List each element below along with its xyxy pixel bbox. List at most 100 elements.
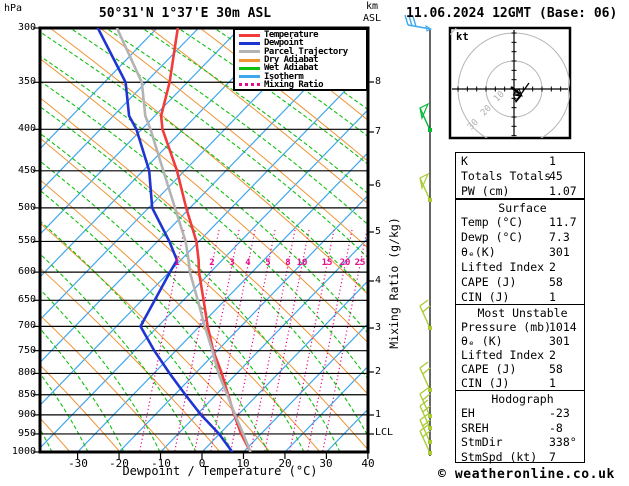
info-row: Lifted Index 2 <box>461 260 584 275</box>
info-row: StmSpd (kt) 7 <box>461 450 584 465</box>
indices-rows: K 1 Totals Totals 45 PW (cm) 1.07 <box>461 154 584 199</box>
info-row-value: 7 <box>549 449 556 464</box>
temperature-tick-label: 40 <box>361 457 375 470</box>
info-row: θₑ(K) 301 <box>461 245 584 260</box>
pressure-tick-label: 850 <box>17 389 36 400</box>
info-row-label: Pressure (mb) <box>461 320 552 334</box>
pressure-unit-label: hPa <box>4 3 23 14</box>
info-row: SREH -8 <box>461 421 584 436</box>
info-row-label: CIN (J) <box>461 289 510 304</box>
legend-item: Mixing Ratio <box>239 80 366 89</box>
surface-rows: Temp (°C) 11.7 Dewp (°C) 7.3 θₑ(K) 301 Lifted … <box>461 215 584 305</box>
info-row: CAPE (J) 58 <box>461 275 584 290</box>
info-row-value: -8 <box>549 420 563 435</box>
most-unstable-box: Most Unstable Pressure (mb) 1014 θₑ (K) 301… <box>455 304 585 391</box>
pressure-tick-label: 700 <box>17 320 36 331</box>
km-tick-label: 5 <box>375 226 382 237</box>
mixing-ratio-label: 4 <box>245 258 251 268</box>
info-row-label: CAPE (J) <box>461 362 517 376</box>
lcl-label: LCL <box>375 427 394 438</box>
datetime-title: 11.06.2024 12GMT (Base: 06) <box>406 6 618 21</box>
pressure-tick-label: 950 <box>17 428 36 439</box>
legend-swatch-mixing-ratio <box>239 83 260 87</box>
info-row-label: PW (cm) <box>461 184 510 198</box>
mixing-ratio-label: 8 <box>285 258 291 268</box>
info-row-label: K <box>461 154 468 168</box>
info-row-value: 1.07 <box>549 184 577 198</box>
info-row-value: 1014 <box>549 320 577 334</box>
mixing-ratio-axis-label: Mixing Ratio (g/kg) <box>387 217 401 349</box>
temperature-tick-label: -30 <box>68 457 88 470</box>
info-row-label: θₑ (K) <box>461 334 503 348</box>
info-row-label: StmDir <box>461 435 503 449</box>
info-row-value: 11.7 <box>549 214 577 229</box>
wind-barb-feather <box>419 299 429 307</box>
info-row-value: 58 <box>549 362 563 376</box>
mixing-ratio-label: 2 <box>209 258 215 268</box>
wind-barb-feather <box>422 430 431 438</box>
pressure-tick-label: 450 <box>17 165 36 176</box>
surface-box: Surface Temp (°C) 11.7 Dewp (°C) 7.3 θₑ(K) 30… <box>455 198 585 305</box>
legend-swatch-wet-adiabat <box>239 66 260 70</box>
info-row: CIN (J) 1 <box>461 290 584 305</box>
x-axis-label: Dewpoint / Temperature (°C) <box>122 464 318 478</box>
surface-box-title: Surface <box>498 200 547 215</box>
pressure-tick-label: 750 <box>17 345 36 356</box>
wind-barb-feather <box>419 387 429 395</box>
mixing-ratio-label: 5 <box>265 258 271 268</box>
info-row: Dewp (°C) 7.3 <box>461 230 584 245</box>
info-row-value: 1 <box>549 289 556 304</box>
pressure-tick-label: 900 <box>17 409 36 420</box>
info-row-value: 1 <box>549 376 556 390</box>
pressure-tick-label: 550 <box>17 235 36 246</box>
pressure-tick-label: 650 <box>17 294 36 305</box>
hodograph-stats-rows: EH -23 SREH -8 StmDir 338° StmSpd (kt) 7 <box>461 406 584 464</box>
pressure-tick-label: 300 <box>17 22 36 33</box>
legend-swatch-parcel-trajectory <box>239 50 260 54</box>
info-row-label: StmSpd (kt) <box>461 449 538 464</box>
info-row: Temp (°C) 11.7 <box>461 215 584 230</box>
info-row: StmDir 338° <box>461 435 584 450</box>
info-row: θₑ (K) 301 <box>461 334 584 348</box>
info-row-label: Totals Totals <box>461 169 552 183</box>
copyright-credit: © weatheronline.co.uk <box>438 467 615 482</box>
skewt-sounding-app: hPa 50°31'N 1°37'E 30m ASL 11.06.2024 12… <box>0 0 629 486</box>
pressure-tick-label: 600 <box>17 266 36 277</box>
legend-swatch-dewpoint <box>239 41 260 45</box>
info-row: PW (cm) 1.07 <box>461 184 584 199</box>
wind-barb-feather <box>422 367 431 375</box>
info-row-label: CAPE (J) <box>461 274 517 289</box>
info-row: Pressure (mb) 1014 <box>461 320 584 334</box>
info-row-label: Temp (°C) <box>461 214 524 229</box>
mixing-ratio-label: 15 <box>321 258 333 268</box>
wind-barb-feather <box>422 393 431 401</box>
pressure-tick-label: 350 <box>17 76 36 87</box>
pressure-tick-label: 800 <box>17 367 36 378</box>
mixing-ratio-label: 1 <box>174 258 180 268</box>
info-row-value: -23 <box>549 406 570 420</box>
hodograph-stats-box: Hodograph EH -23 SREH -8 StmDir 338° StmSpd (k… <box>455 390 585 464</box>
km-tick-label: 6 <box>375 179 382 190</box>
isotherm-line <box>40 28 241 236</box>
info-row-value: 2 <box>549 259 556 274</box>
info-row-label: Dewp (°C) <box>461 229 524 244</box>
info-row: Totals Totals 45 <box>461 169 584 184</box>
info-row-value: 45 <box>549 169 563 183</box>
wind-barb-feather <box>419 399 429 407</box>
mixing-ratio-label: 20 <box>339 258 351 268</box>
info-row-label: Lifted Index <box>461 348 545 362</box>
legend-swatch-dry-adiabat <box>239 58 260 62</box>
km-axis-label: km <box>366 1 379 12</box>
most-unstable-box-title: Most Unstable <box>477 306 568 320</box>
station-title: 50°31'N 1°37'E 30m ASL <box>98 6 272 21</box>
pressure-tick-label: 400 <box>17 123 36 134</box>
wind-barb-feather <box>419 361 429 369</box>
mixing-ratio-label: 3 <box>229 258 235 268</box>
info-row: EH -23 <box>461 406 584 421</box>
info-row-label: SREH <box>461 420 489 435</box>
isotherm-line <box>40 28 324 321</box>
info-row: CAPE (J) 58 <box>461 362 584 376</box>
mixing-ratio-label: 25 <box>354 258 366 268</box>
wind-barb-feather <box>422 305 431 313</box>
pressure-tick-label: 500 <box>17 202 36 213</box>
